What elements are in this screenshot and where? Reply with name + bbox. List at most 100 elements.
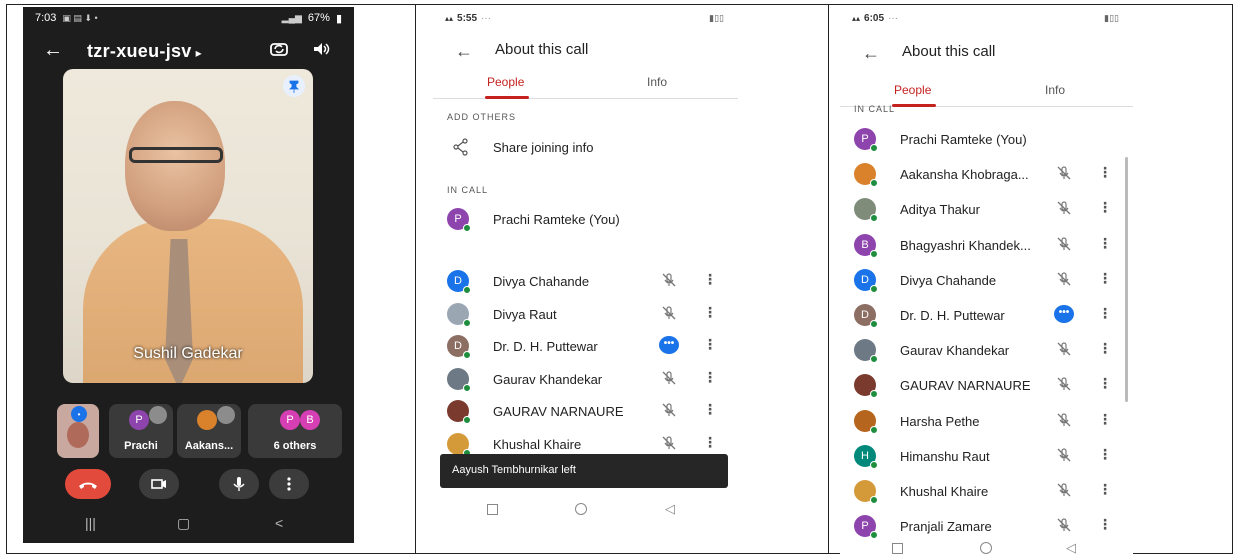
self-view-tile[interactable]: • bbox=[57, 404, 99, 458]
participant-name: Divya Chahande bbox=[493, 274, 590, 289]
list-item[interactable]: Harsha Pethe ⋮ bbox=[840, 406, 1133, 436]
tab-people[interactable]: People bbox=[894, 83, 931, 97]
more-vert-icon[interactable]: ⋮ bbox=[1098, 481, 1112, 498]
participant-tile-prachi[interactable]: P Prachi bbox=[109, 404, 173, 458]
page-title: About this call bbox=[902, 43, 996, 60]
more-vert-icon[interactable]: ⋮ bbox=[1098, 164, 1112, 181]
participant-name: Gaurav Khandekar bbox=[900, 343, 1010, 359]
participant-tiles: • P Prachi Aakans... P B 6 others bbox=[57, 404, 343, 458]
mic-toggle-button[interactable] bbox=[219, 469, 259, 499]
arrow-back-icon[interactable]: ← bbox=[862, 43, 880, 64]
online-dot bbox=[870, 249, 878, 258]
list-item[interactable]: B Bhagyashri Khandek... ⋮ bbox=[840, 230, 1133, 260]
speaker-icon[interactable] bbox=[311, 39, 331, 59]
participant-tile-others[interactable]: P B 6 others bbox=[248, 404, 342, 458]
online-dot bbox=[870, 390, 878, 399]
more-vert-icon[interactable]: ⋮ bbox=[703, 304, 717, 321]
camera-toggle-button[interactable] bbox=[139, 469, 179, 499]
participant-name: Khushal Khaire bbox=[493, 436, 582, 452]
nav-back-icon[interactable]: < bbox=[275, 515, 283, 531]
list-item[interactable]: D Dr. D. H. Puttewar ••• ⋮ bbox=[840, 300, 1133, 330]
home-icon[interactable] bbox=[980, 542, 992, 554]
more-vert-icon[interactable]: ⋮ bbox=[703, 401, 717, 418]
list-item[interactable]: GAURAV NARNAURE ⋮ bbox=[433, 396, 738, 426]
battery-icon: ▮▯▯ bbox=[1104, 13, 1119, 23]
call-top-bar: ← tzr-xueu-jsv ▸ bbox=[23, 31, 354, 71]
list-item[interactable]: H Himanshu Raut ⋮ bbox=[840, 441, 1133, 471]
more-vert-icon[interactable]: ⋮ bbox=[1098, 375, 1112, 392]
participant-name: Dr. D. H. Puttewar bbox=[493, 339, 598, 354]
list-item[interactable]: D Dr. D. H. Puttewar ••• ⋮ bbox=[433, 331, 738, 361]
more-vert-icon[interactable]: ⋮ bbox=[1098, 446, 1112, 463]
list-item[interactable]: Divya Raut ⋮ bbox=[433, 299, 738, 329]
nav-back-icon[interactable]: ◁ bbox=[1066, 540, 1076, 555]
more-vert-icon[interactable]: ⋮ bbox=[1098, 411, 1112, 428]
more-vert-icon[interactable]: ⋮ bbox=[1098, 305, 1112, 322]
main-video-feed[interactable]: Sushil Gadekar bbox=[63, 69, 313, 383]
recents-icon[interactable] bbox=[892, 543, 903, 554]
nav-back-icon[interactable]: ◁ bbox=[665, 501, 675, 517]
list-item[interactable]: Gaurav Khandekar ⋮ bbox=[840, 335, 1133, 365]
participant-name: Bhagyashri Khandek... bbox=[900, 237, 1031, 253]
page-title: About this call bbox=[495, 41, 589, 58]
list-item[interactable]: Khushal Khaire ⋮ bbox=[840, 476, 1133, 506]
share-label: Share joining info bbox=[493, 140, 594, 155]
list-item-self[interactable]: P Prachi Ramteke (You) bbox=[433, 204, 738, 234]
more-vert-icon[interactable]: ⋮ bbox=[1098, 235, 1112, 252]
mic-off-icon bbox=[1057, 448, 1071, 462]
more-vert-icon[interactable]: ⋮ bbox=[703, 369, 717, 386]
section-in-call: IN CALL bbox=[447, 185, 489, 195]
list-item[interactable]: Gaurav Khandekar ⋮ bbox=[433, 364, 738, 394]
mic-off-icon bbox=[662, 370, 676, 384]
switch-camera-icon[interactable] bbox=[269, 39, 289, 59]
section-in-call: IN CALL bbox=[854, 104, 896, 114]
pin-icon[interactable] bbox=[283, 75, 305, 97]
mic-off-icon bbox=[662, 273, 676, 287]
participant-name: Divya Raut bbox=[493, 306, 557, 322]
arrow-back-icon[interactable]: ← bbox=[43, 39, 63, 62]
list-item[interactable]: P Prachi Ramteke (You) bbox=[840, 124, 1133, 154]
more-vert-icon[interactable]: ⋮ bbox=[703, 336, 717, 353]
signal-icon: ▴▴ bbox=[445, 14, 454, 23]
list-item[interactable]: Aakansha Khobraga... ⋮ bbox=[840, 159, 1133, 189]
online-dot bbox=[870, 425, 878, 434]
speaking-indicator-icon: ••• bbox=[1054, 305, 1074, 323]
list-item[interactable]: P Pranjali Zamare ⋮ bbox=[840, 511, 1133, 541]
notification-icons: ··· bbox=[481, 13, 492, 24]
more-vert-icon[interactable]: ⋮ bbox=[1098, 270, 1112, 287]
more-vert-icon[interactable]: ⋮ bbox=[703, 271, 717, 288]
snackbar-text: Aayush Tembhurnikar left bbox=[452, 464, 576, 476]
online-dot bbox=[870, 144, 878, 152]
scrollbar[interactable] bbox=[1125, 157, 1128, 402]
recents-icon[interactable]: ||| bbox=[85, 515, 96, 531]
tab-people[interactable]: People bbox=[487, 75, 524, 89]
more-vert-icon[interactable]: ⋮ bbox=[1098, 199, 1112, 216]
participant-tile-aakansha[interactable]: Aakans... bbox=[177, 404, 241, 458]
tab-info[interactable]: Info bbox=[647, 75, 667, 89]
participant-name: Prachi Ramteke (You) bbox=[900, 132, 1027, 147]
online-dot bbox=[463, 318, 471, 327]
home-icon[interactable]: ▢ bbox=[177, 515, 190, 532]
more-vert-icon[interactable]: ⋮ bbox=[1098, 516, 1112, 533]
list-item[interactable]: GAURAV NARNAURE ⋮ bbox=[840, 370, 1133, 400]
online-dot bbox=[463, 416, 471, 424]
self-view-badge: • bbox=[71, 406, 87, 422]
list-item[interactable]: Aditya Thakur ⋮ bbox=[840, 194, 1133, 224]
android-nav-bar: ||| ▢ < bbox=[23, 507, 354, 543]
meeting-code[interactable]: tzr-xueu-jsv ▸ bbox=[87, 41, 202, 62]
home-icon[interactable] bbox=[575, 503, 587, 515]
recents-icon[interactable] bbox=[487, 504, 498, 515]
mic-off-icon bbox=[662, 305, 676, 319]
hang-up-button[interactable] bbox=[65, 469, 111, 499]
arrow-back-icon[interactable]: ← bbox=[455, 41, 473, 62]
more-vert-icon[interactable]: ⋮ bbox=[1098, 340, 1112, 357]
about-call-screen-2: ▴▴ 6:05 ··· ▮▯▯ ← About this call People… bbox=[840, 7, 1133, 555]
list-item[interactable]: D Divya Chahande ⋮ bbox=[840, 265, 1133, 295]
tab-info[interactable]: Info bbox=[1045, 83, 1065, 97]
list-item[interactable]: D Divya Chahande ⋮ bbox=[433, 266, 738, 296]
section-add-others: ADD OTHERS bbox=[447, 112, 517, 122]
mic-off-icon bbox=[1057, 201, 1071, 215]
more-options-button[interactable] bbox=[269, 469, 309, 499]
share-joining-info[interactable]: Share joining info bbox=[433, 132, 738, 162]
more-vert-icon[interactable]: ⋮ bbox=[703, 434, 717, 451]
